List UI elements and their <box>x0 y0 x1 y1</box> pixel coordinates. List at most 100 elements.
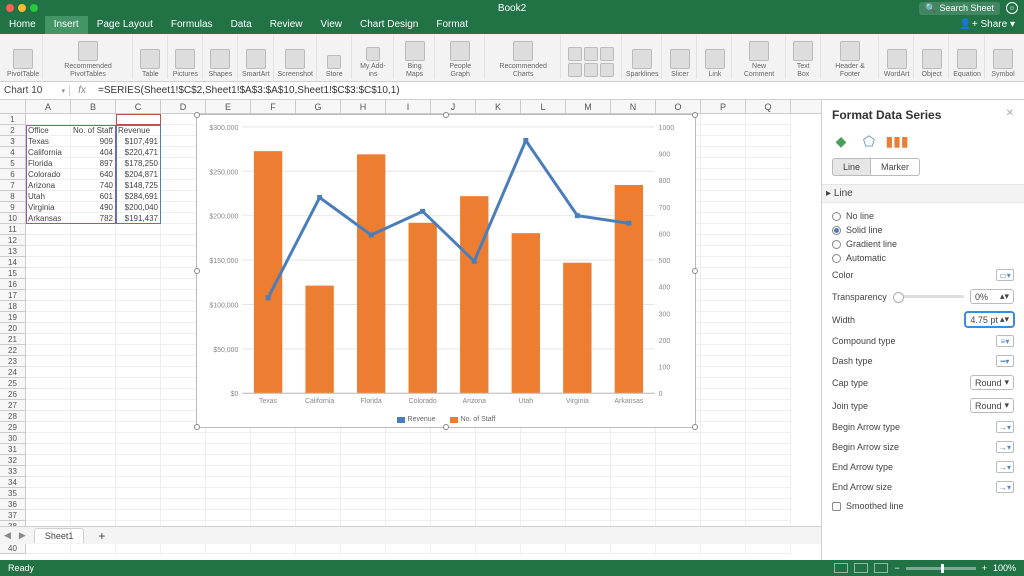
cap-type-combo[interactable]: Round▾ <box>970 375 1014 390</box>
ribbon-recommended-charts[interactable]: Recommended Charts <box>486 35 560 79</box>
series-options-tab-icon[interactable]: ▮▮▮ <box>888 132 906 150</box>
ribbon-store[interactable]: Store <box>318 35 352 79</box>
add-sheet-button[interactable]: + <box>88 527 115 545</box>
svg-text:Virginia: Virginia <box>566 398 589 405</box>
ribbon-pictures[interactable]: Pictures <box>169 35 203 79</box>
end-arrow-size-picker[interactable]: →▾ <box>996 481 1014 493</box>
ribbon-slicer[interactable]: Slicer <box>663 35 697 79</box>
svg-text:900: 900 <box>659 152 671 159</box>
svg-text:Utah: Utah <box>518 398 533 405</box>
fill-line-tab-icon[interactable]: ◆ <box>832 132 850 150</box>
tab-insert[interactable]: Insert <box>45 16 88 34</box>
ribbon-screenshot[interactable]: Screenshot <box>275 35 317 79</box>
transparency-slider[interactable] <box>893 295 964 298</box>
zoom-out-button[interactable]: − <box>894 563 899 573</box>
ribbon-symbol[interactable]: Symbol <box>986 35 1020 79</box>
svg-text:Texas: Texas <box>259 398 278 405</box>
zoom-in-button[interactable]: + <box>982 563 987 573</box>
end-arrow-size-label: End Arrow size <box>832 482 892 492</box>
formula-bar: Chart 10▾ fx =SERIES(Sheet1!$C$2,Sheet1!… <box>0 82 1024 100</box>
tab-chart-design[interactable]: Chart Design <box>351 16 427 34</box>
select-all-corner[interactable] <box>0 100 26 114</box>
ribbon-object[interactable]: Object <box>915 35 949 79</box>
transparency-stepper[interactable]: 0%▴▾ <box>970 289 1014 304</box>
sheet-nav-next[interactable]: ▶ <box>15 530 30 541</box>
svg-text:Florida: Florida <box>361 398 382 405</box>
tab-page-layout[interactable]: Page Layout <box>88 16 162 34</box>
window-controls[interactable] <box>6 4 38 12</box>
svg-text:$0: $0 <box>231 391 239 398</box>
join-type-combo[interactable]: Round▾ <box>970 398 1014 413</box>
zoom-slider[interactable] <box>906 567 976 570</box>
radio-solid-line[interactable]: Solid line <box>832 223 1014 237</box>
tab-formulas[interactable]: Formulas <box>162 16 222 34</box>
line-marker-segment[interactable]: Line Marker <box>832 158 1014 176</box>
width-label: Width <box>832 315 855 325</box>
formula-input[interactable]: =SERIES(Sheet1!$C$2,Sheet1!$A$3:$A$10,Sh… <box>94 85 1024 96</box>
join-type-label: Join type <box>832 401 868 411</box>
tab-format[interactable]: Format <box>427 16 477 34</box>
ribbon-equation[interactable]: Equation <box>950 35 985 79</box>
search-sheet-input[interactable]: 🔍 Search Sheet <box>919 2 1000 15</box>
feedback-icon[interactable]: ☺ <box>1006 2 1018 14</box>
ribbon-my-addins[interactable]: My Add-ins <box>353 35 394 79</box>
share-button[interactable]: 👤+ Share ▾ <box>950 16 1024 34</box>
ribbon-sparklines[interactable]: Sparklines <box>623 35 663 79</box>
workbook-title: Book2 <box>498 3 526 14</box>
smoothed-line-check[interactable]: Smoothed line <box>832 497 1014 515</box>
svg-text:200: 200 <box>659 338 671 345</box>
ribbon-link[interactable]: Link <box>698 35 732 79</box>
svg-text:$200,000: $200,000 <box>209 214 238 221</box>
begin-arrow-size-picker[interactable]: →▾ <box>996 441 1014 453</box>
fx-icon[interactable]: fx <box>70 85 94 96</box>
ribbon-shapes[interactable]: Shapes <box>204 35 238 79</box>
close-pane-icon[interactable]: ✕ <box>1006 108 1014 119</box>
ribbon-pivottable[interactable]: PivotTable <box>4 35 43 79</box>
effects-tab-icon[interactable]: ⬠ <box>860 132 878 150</box>
zoom-level[interactable]: 100% <box>993 563 1016 573</box>
tab-view[interactable]: View <box>311 16 351 34</box>
ribbon-table[interactable]: Table <box>134 35 168 79</box>
ribbon-charts-gallery[interactable] <box>562 35 622 79</box>
compound-type-picker[interactable]: ≡▾ <box>996 335 1014 347</box>
sheet-tab[interactable]: Sheet1 <box>34 528 85 543</box>
embedded-chart[interactable]: $0$50,000$100,000$150,000$200,000$250,00… <box>196 114 696 428</box>
page-layout-view-button[interactable] <box>854 563 868 573</box>
name-box[interactable]: Chart 10▾ <box>0 85 70 96</box>
page-break-view-button[interactable] <box>874 563 888 573</box>
close-window-icon[interactable] <box>6 4 14 12</box>
ribbon-header-footer[interactable]: Header & Footer <box>822 35 879 79</box>
column-headers[interactable]: A B C D E F G H I J K L M N O P Q <box>0 100 821 114</box>
ribbon-wordart[interactable]: WordArt <box>880 35 914 79</box>
radio-no-line[interactable]: No line <box>832 209 1014 223</box>
worksheet-area[interactable]: A B C D E F G H I J K L M N O P Q 123456… <box>0 100 822 560</box>
maximize-window-icon[interactable] <box>30 4 38 12</box>
sheet-nav-prev[interactable]: ◀ <box>0 530 15 541</box>
chart-canvas: $0$50,000$100,000$150,000$200,000$250,00… <box>197 115 695 427</box>
app-titlebar: Book2 🔍 Search Sheet ☺ <box>0 0 1024 16</box>
width-stepper[interactable]: 4.75 pt▴▾ <box>965 312 1014 327</box>
ribbon-people-graph[interactable]: People Graph <box>436 35 485 79</box>
radio-gradient-line[interactable]: Gradient line <box>832 237 1014 251</box>
ribbon-recommended-pivottables[interactable]: Recommended PivotTables <box>44 35 133 79</box>
svg-text:0: 0 <box>659 391 663 398</box>
tab-review[interactable]: Review <box>261 16 312 34</box>
tab-home[interactable]: Home <box>0 16 45 34</box>
compound-type-label: Compound type <box>832 336 896 346</box>
ribbon-new-comment[interactable]: New Comment <box>733 35 785 79</box>
ribbon-text-box[interactable]: Text Box <box>787 35 821 79</box>
tab-data[interactable]: Data <box>222 16 261 34</box>
begin-arrow-type-picker[interactable]: →▾ <box>996 421 1014 433</box>
minimize-window-icon[interactable] <box>18 4 26 12</box>
ribbon-smartart[interactable]: SmartArt <box>239 35 274 79</box>
line-section-header[interactable]: ▸ Line <box>822 184 1024 203</box>
normal-view-button[interactable] <box>834 563 848 573</box>
dash-type-picker[interactable]: ━▾ <box>996 355 1014 367</box>
end-arrow-type-picker[interactable]: →▾ <box>996 461 1014 473</box>
chart-legend[interactable]: Revenue No. of Staff <box>197 416 695 423</box>
color-picker[interactable]: ▭▾ <box>996 269 1014 281</box>
radio-automatic[interactable]: Automatic <box>832 251 1014 265</box>
svg-text:1000: 1000 <box>659 125 675 132</box>
row-headers[interactable]: 1234567891011121314151617181920212223242… <box>0 114 26 554</box>
ribbon-bing-maps[interactable]: Bing Maps <box>395 35 435 79</box>
